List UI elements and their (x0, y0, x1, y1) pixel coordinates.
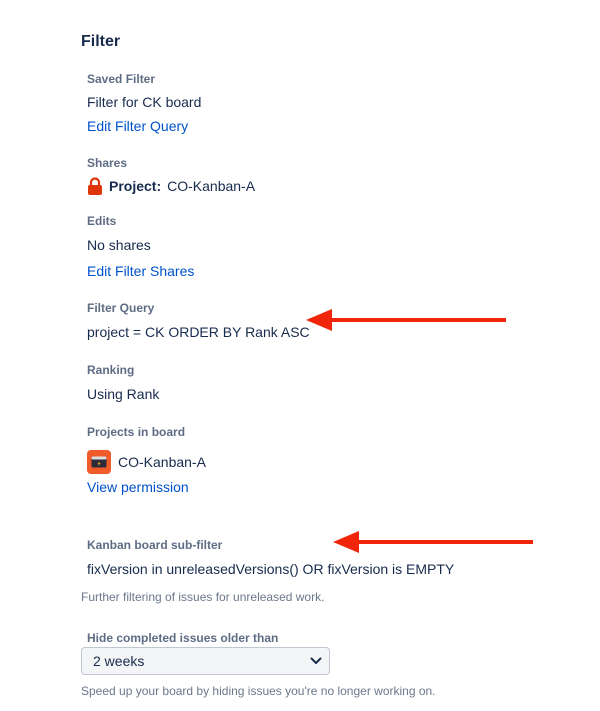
hide-completed-label: Hide completed issues older than (87, 631, 279, 645)
annotation-arrow-subfilter (333, 531, 533, 553)
project-avatar-icon (87, 450, 111, 474)
filter-query-label: Filter Query (87, 301, 155, 315)
hide-completed-selected: 2 weeks (93, 653, 145, 669)
shares-project: CO-Kanban-A (167, 178, 256, 194)
view-permission-link[interactable]: View permission (87, 479, 189, 495)
edit-filter-query-link[interactable]: Edit Filter Query (87, 118, 188, 134)
shares-row: Project: CO-Kanban-A (87, 177, 255, 195)
hide-completed-select[interactable]: 2 weeks (81, 647, 330, 675)
subfilter-value: fixVersion in unreleasedVersions() OR fi… (87, 561, 455, 577)
edits-label: Edits (87, 214, 117, 228)
edit-filter-shares-link[interactable]: Edit Filter Shares (87, 263, 194, 279)
filter-query-value: project = CK ORDER BY Rank ASC (87, 324, 310, 340)
lock-icon (87, 177, 103, 195)
shares-prefix: Project: (109, 178, 162, 194)
annotation-arrow-filter-query (306, 309, 506, 331)
ranking-value: Using Rank (87, 386, 160, 402)
project-name: CO-Kanban-A (118, 454, 206, 470)
edits-value: No shares (87, 237, 151, 253)
shares-label: Shares (87, 156, 128, 170)
section-title: Filter (81, 33, 121, 50)
ranking-label: Ranking (87, 363, 135, 377)
subfilter-help: Further filtering of issues for unreleas… (81, 590, 325, 604)
chevron-down-icon (310, 652, 322, 670)
project-row: CO-Kanban-A (87, 450, 206, 474)
saved-filter-value: Filter for CK board (87, 94, 202, 110)
subfilter-label: Kanban board sub-filter (87, 538, 223, 552)
projects-in-board-label: Projects in board (87, 425, 186, 439)
hide-completed-help: Speed up your board by hiding issues you… (81, 684, 436, 698)
saved-filter-label: Saved Filter (87, 72, 156, 86)
